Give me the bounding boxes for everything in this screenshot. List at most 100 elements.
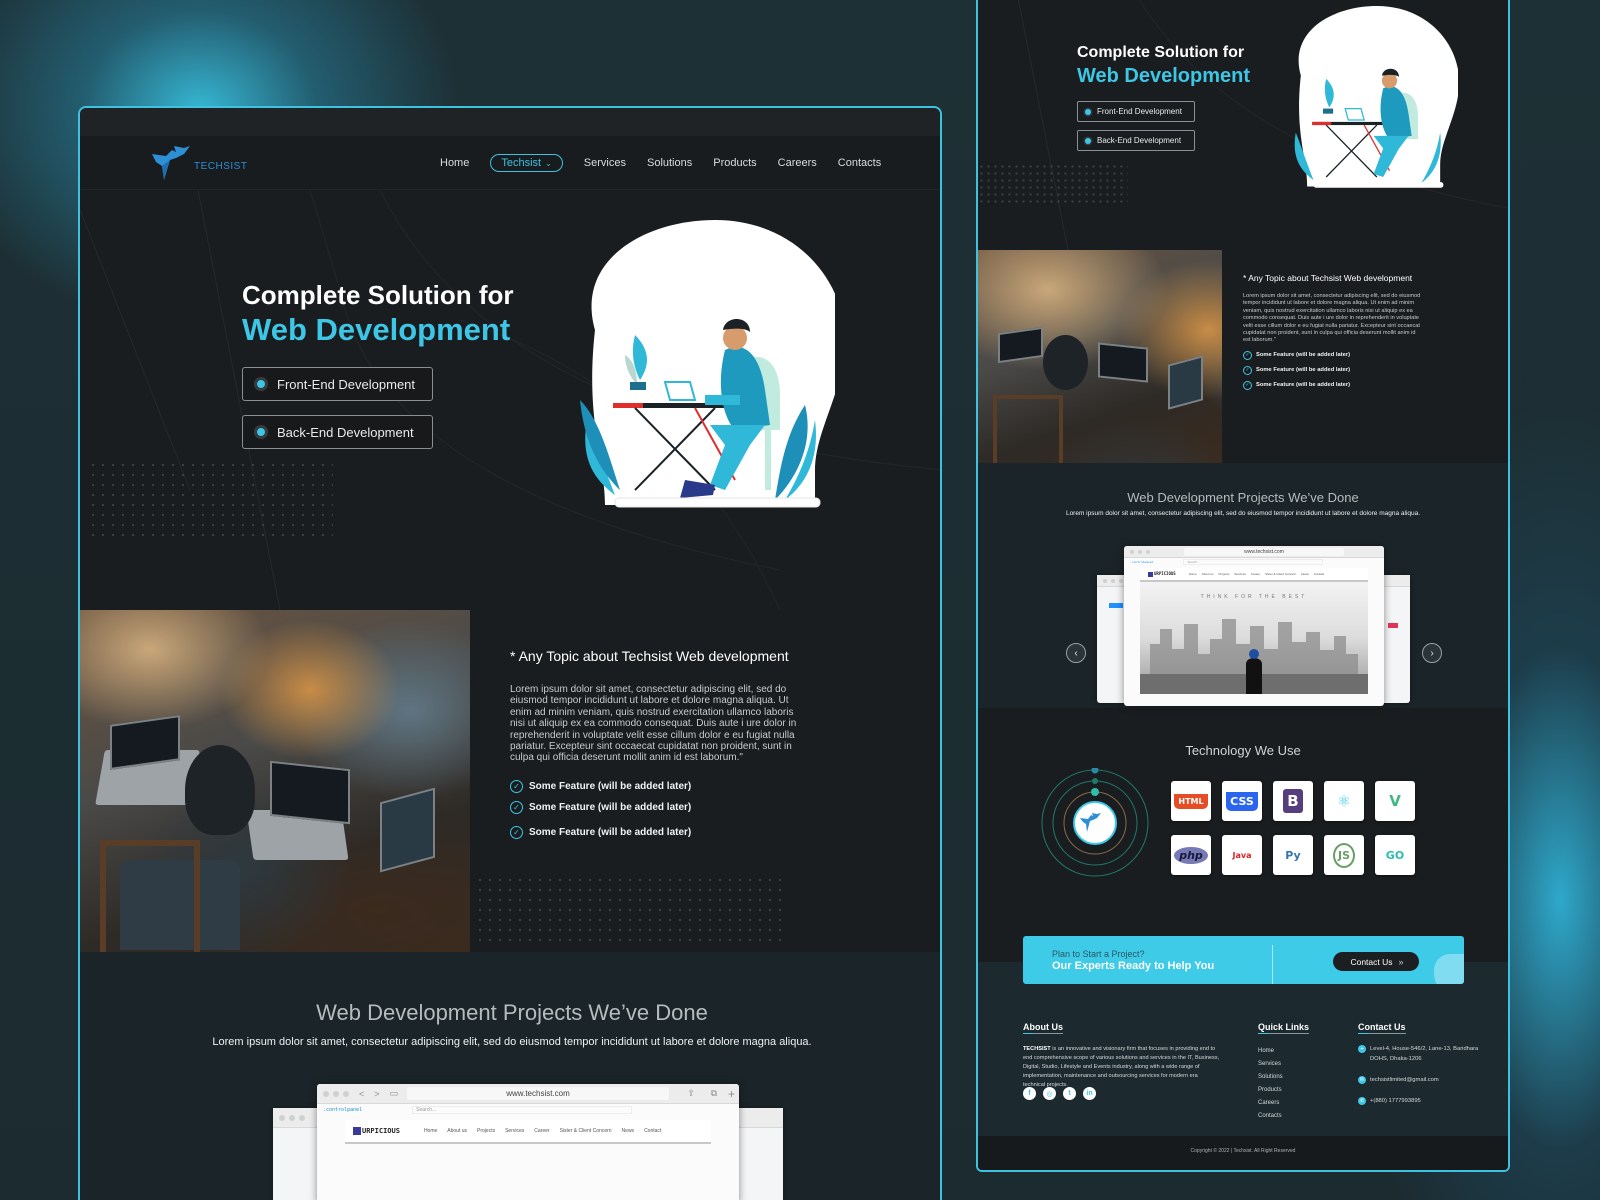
check-circle-icon: ✓	[1243, 350, 1252, 360]
footer-link-contacts[interactable]: Contacts	[1258, 1113, 1283, 1126]
footer-link-services[interactable]: Services	[1258, 1061, 1283, 1074]
dot-pattern-decoration	[978, 163, 1128, 203]
instagram-icon[interactable]: ◎	[1043, 1087, 1056, 1100]
nav-services[interactable]: Services	[584, 157, 626, 169]
tabs-icon: ⧉	[710, 1088, 717, 1098]
tech-tile-vue[interactable]: V	[1375, 781, 1415, 821]
css3-logo-icon: CSS	[1226, 791, 1258, 811]
tech-tile-go[interactable]: GO	[1375, 835, 1415, 875]
site-nav-item: Projects	[477, 1128, 496, 1134]
check-circle-icon: ✓	[1243, 365, 1252, 375]
browser-toolbar: < > ▭ www.techsist.com ⇪ ⧉ +	[317, 1084, 739, 1104]
desktop-mockup-fullpage: Complete Solution for Web Development Fr…	[976, 0, 1510, 1172]
browser-toolbar: www.techsist.com	[1124, 546, 1384, 558]
site-nav-item: Sister & Client Concern	[559, 1128, 612, 1134]
desktop-mockup-large: TECHSIST Home Techsist ⌄ Services Soluti…	[78, 106, 942, 1200]
site-nav-item: Services	[1234, 572, 1246, 576]
tech-tile-php[interactable]: php	[1171, 835, 1211, 875]
nav-home[interactable]: Home	[440, 157, 469, 169]
projects-section: Web Development Projects We’ve Done Lore…	[80, 952, 940, 1200]
html5-logo-icon: HTML	[1174, 793, 1208, 809]
feature-label: Some Feature (will be added later)	[529, 826, 692, 838]
tech-tile-html5[interactable]: HTML	[1171, 781, 1211, 821]
facebook-icon[interactable]: f	[1023, 1087, 1036, 1100]
address-row: ⌖ Level-4, House-546/2, Lane-13, Baridha…	[1358, 1044, 1488, 1064]
project-preview-browser[interactable]: www.techsist.com .controlpanel Search...…	[1124, 546, 1384, 706]
phone-icon: ✆	[1358, 1097, 1366, 1105]
topic-body: Lorem ipsum dolor sit amet, consectetur …	[1243, 293, 1421, 344]
contact-us-button[interactable]: Contact Us »	[1333, 952, 1419, 971]
projects-subtitle: Lorem ipsum dolor sit amet, consectetur …	[1065, 510, 1421, 517]
php-logo-icon: php	[1174, 846, 1208, 864]
site-admin-bar: .controlpanel Search...	[1124, 558, 1384, 566]
tech-tile-css3[interactable]: CSS	[1222, 781, 1262, 821]
site-logo: URPICIOUS	[1148, 571, 1176, 577]
front-end-pill[interactable]: Front-End Development	[242, 367, 433, 401]
project-preview-browser[interactable]: < > ▭ www.techsist.com ⇪ ⧉ + .controlpan…	[317, 1084, 739, 1200]
site-admin-bar: .controlpanel Search...	[317, 1104, 739, 1116]
tech-tile-java[interactable]: Java	[1222, 835, 1262, 875]
window-dot-close	[323, 1090, 329, 1097]
site-nav-item: Services	[505, 1128, 525, 1134]
site-nav-item: Sister & Client Concern	[1265, 572, 1297, 576]
site-nav-item: News	[1301, 572, 1309, 576]
site-nav-item: Home	[423, 1128, 438, 1134]
social-links: f ◎ t in	[1023, 1087, 1096, 1100]
tech-tile-node-js[interactable]: JS	[1324, 835, 1364, 875]
dot-pattern-decoration	[475, 875, 785, 945]
technology-section: Technology We Use HTML CSS B ⚛ Vphp Java Py JS G…	[978, 708, 1508, 934]
site-hero-text: THINK FOR THE BEST	[1200, 594, 1308, 600]
tech-tile-react[interactable]: ⚛	[1324, 781, 1364, 821]
linkedin-icon[interactable]: in	[1083, 1087, 1096, 1100]
nav-solutions[interactable]: Solutions	[647, 157, 692, 169]
controlpanel-label: .controlpanel	[1130, 560, 1154, 564]
footer-link-solutions[interactable]: Solutions	[1258, 1074, 1283, 1087]
nav-products[interactable]: Products	[713, 157, 756, 169]
email-text[interactable]: techsistlimited@gmail.com	[1370, 1075, 1439, 1085]
hero-title-line1: Complete Solution for	[1077, 44, 1245, 61]
projects-section-mini: Web Development Projects We’ve Done Lore…	[978, 463, 1508, 708]
back-end-pill[interactable]: Back-End Development	[242, 415, 433, 449]
footer-link-home[interactable]: Home	[1258, 1048, 1283, 1061]
team-working-photo	[80, 610, 470, 952]
tech-tile-python[interactable]: Py	[1273, 835, 1313, 875]
carousel-next-button[interactable]: ›	[1422, 643, 1442, 663]
footer-link-careers[interactable]: Careers	[1258, 1100, 1283, 1113]
location-pin-icon: ⌖	[1358, 1045, 1366, 1053]
bullet-dot-icon	[255, 378, 267, 390]
projects-title: Web Development Projects We’ve Done	[1127, 490, 1359, 505]
controlpanel-label: .controlpanel	[323, 1107, 363, 1113]
cta-banner: Plan to Start a Project? Our Experts Rea…	[1023, 936, 1464, 984]
nav-careers[interactable]: Careers	[778, 157, 817, 169]
developer-at-desk-illustration	[1294, 6, 1458, 188]
browser-url: www.techsist.com	[407, 1087, 669, 1100]
topic-section: * Any Topic about Techsist Web developme…	[80, 610, 940, 952]
check-circle-icon: ✓	[510, 800, 523, 814]
twitter-icon[interactable]: t	[1063, 1087, 1076, 1100]
bullet-dot-icon	[1085, 108, 1091, 115]
hero-title-line2: Web Development	[1077, 65, 1250, 87]
nav-techsist[interactable]: Techsist ⌄	[490, 154, 563, 172]
front-end-pill[interactable]: Front-End Development	[1077, 101, 1195, 122]
window-top-strip	[80, 108, 940, 136]
back-end-pill[interactable]: Back-End Development	[1077, 130, 1195, 151]
site-nav-item: About us	[447, 1128, 468, 1134]
phone-row: ✆ +(880) 1777993895	[1358, 1096, 1488, 1106]
phone-text[interactable]: +(880) 1777993895	[1370, 1096, 1421, 1106]
carousel-prev-button[interactable]: ‹	[1066, 643, 1086, 663]
nav-contacts[interactable]: Contacts	[838, 157, 881, 169]
cta-divider	[1272, 945, 1273, 984]
site-nav-item: Career	[1250, 572, 1261, 576]
feature-label: Some Feature (will be added later)	[1256, 367, 1351, 374]
tech-tile-bootstrap[interactable]: B	[1273, 781, 1313, 821]
window-dot-minimize	[333, 1090, 339, 1097]
cta-wrapper: Plan to Start a Project? Our Experts Rea…	[978, 934, 1508, 994]
share-icon: ⇪	[687, 1088, 695, 1098]
footer-link-products[interactable]: Products	[1258, 1087, 1283, 1100]
dot-pattern-decoration	[88, 460, 333, 540]
techsist-logo[interactable]: TECHSIST	[152, 145, 247, 180]
new-tab-icon: +	[727, 1086, 735, 1101]
pill-label: Front-End Development	[277, 376, 416, 392]
site-navbar: URPICIOUS Home About us Projects Service…	[345, 1120, 711, 1144]
site-nav-item: Contact	[644, 1128, 662, 1134]
